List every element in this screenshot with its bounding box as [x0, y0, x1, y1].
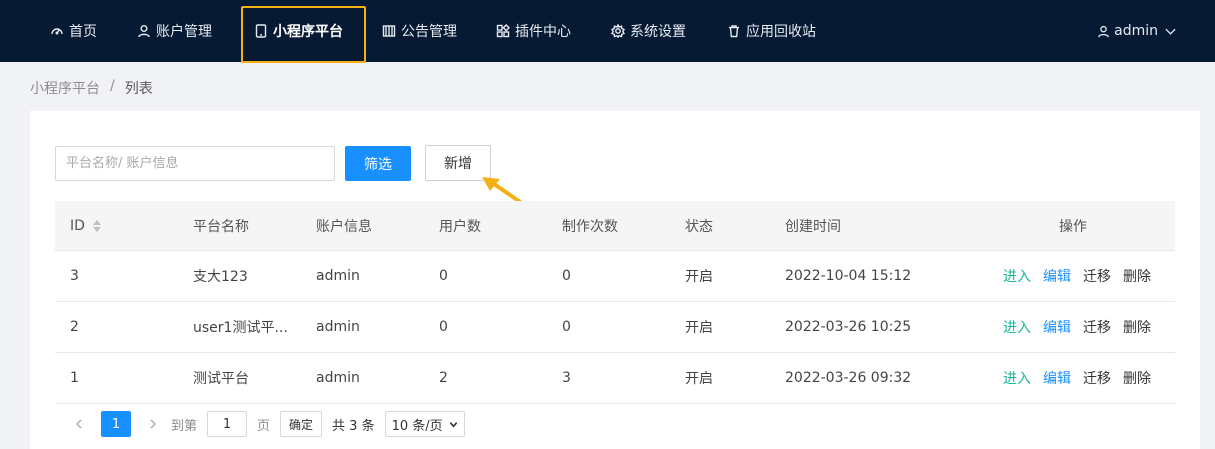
cell-builds: 3	[562, 370, 571, 386]
row-actions: 进入 编辑 迁移 删除	[1003, 251, 1151, 301]
nav-item-plugins[interactable]: 插件中心	[496, 0, 571, 62]
header-id-label: ID	[70, 217, 85, 234]
header-actions: 操作	[1059, 218, 1087, 235]
row-actions: 进入 编辑 迁移 删除	[1003, 353, 1151, 403]
edit-link[interactable]: 编辑	[1043, 368, 1071, 388]
header-name: 平台名称	[193, 218, 249, 235]
next-page-icon[interactable]	[143, 411, 163, 437]
nav-label-announcements: 公告管理	[401, 24, 457, 40]
cell-id: 2	[70, 319, 79, 335]
enter-link[interactable]: 进入	[1003, 266, 1031, 286]
pagination: 1 到第 页 确定 共 3 条 10 条/页	[69, 411, 465, 437]
cell-id: 3	[70, 268, 79, 284]
gear-icon	[611, 24, 625, 38]
header-builds: 制作次数	[562, 218, 618, 235]
cell-account: admin	[316, 319, 360, 335]
user-menu[interactable]: admin	[1097, 0, 1177, 62]
cell-status: 开启	[685, 269, 713, 285]
cell-status: 开启	[685, 371, 713, 387]
edit-link[interactable]: 编辑	[1043, 266, 1071, 286]
cell-name: 测试平台	[193, 371, 249, 387]
nav-item-home[interactable]: 首页	[50, 0, 97, 62]
cell-users: 0	[439, 268, 448, 284]
move-link[interactable]: 迁移	[1083, 368, 1111, 388]
nav-label-settings: 系统设置	[630, 24, 686, 40]
page-number-current[interactable]: 1	[101, 411, 131, 437]
dashboard-icon	[50, 24, 64, 38]
cell-status: 开启	[685, 320, 713, 336]
table-row: 2 user1测试平... admin 0 0 开启 2022-03-26 10…	[55, 302, 1175, 353]
cell-builds: 0	[562, 268, 571, 284]
cell-users: 0	[439, 319, 448, 335]
cell-name: user1测试平...	[193, 320, 288, 336]
header-status: 状态	[685, 218, 713, 235]
header-users: 用户数	[439, 218, 481, 235]
filter-button[interactable]: 筛选	[345, 146, 411, 181]
total-count: 共 3 条	[332, 418, 375, 434]
chevron-down-icon	[1164, 25, 1177, 38]
table-row: 1 测试平台 admin 2 3 开启 2022-03-26 09:32 进入 …	[55, 353, 1175, 404]
table-header: ID 平台名称 账户信息 用户数 制作次数 状态 创建时间 操作	[55, 201, 1175, 251]
nav-label-recycle-bin: 应用回收站	[746, 24, 816, 40]
nav-label-home: 首页	[69, 24, 97, 40]
cell-account: admin	[316, 268, 360, 284]
username: admin	[1114, 23, 1158, 39]
nav-item-announcements[interactable]: 公告管理	[382, 0, 457, 62]
cell-created: 2022-10-04 15:12	[785, 268, 912, 284]
breadcrumb: 小程序平台 / 列表	[30, 78, 153, 98]
goto-suffix: 页	[257, 418, 271, 434]
header-account: 账户信息	[316, 218, 372, 235]
move-link[interactable]: 迁移	[1083, 317, 1111, 337]
grid-icon	[382, 24, 396, 38]
goto-confirm-button[interactable]: 确定	[280, 411, 323, 437]
cell-account: admin	[316, 370, 360, 386]
cell-builds: 0	[562, 319, 571, 335]
cell-created: 2022-03-26 09:32	[785, 370, 912, 386]
content-card: 筛选 新增 ID 平台名称 账户信息 用户数 制作次数 状态 创建时间 操作 3…	[30, 111, 1200, 449]
trash-icon	[727, 24, 741, 38]
header-created: 创建时间	[785, 218, 841, 235]
page-size-value: 10 条/页	[391, 418, 443, 434]
nav-item-settings[interactable]: 系统设置	[611, 0, 686, 62]
move-link[interactable]: 迁移	[1083, 266, 1111, 286]
delete-link[interactable]: 删除	[1123, 266, 1151, 286]
breadcrumb-separator: /	[110, 78, 115, 94]
search-input[interactable]	[55, 146, 335, 181]
nav-label-plugins: 插件中心	[515, 24, 571, 40]
cell-id: 1	[70, 370, 79, 386]
nav-item-recycle-bin[interactable]: 应用回收站	[727, 0, 816, 62]
goto-prefix: 到第	[171, 418, 198, 434]
breadcrumb-parent[interactable]: 小程序平台	[30, 78, 100, 98]
row-actions: 进入 编辑 迁移 删除	[1003, 302, 1151, 352]
breadcrumb-current: 列表	[124, 81, 153, 97]
nav-item-accounts[interactable]: 账户管理	[137, 0, 212, 62]
top-nav: 首页 账户管理 小程序平台 公告管理 插件中心 系统设置 应用回收站 admin	[0, 0, 1215, 63]
platform-table: ID 平台名称 账户信息 用户数 制作次数 状态 创建时间 操作 3 支大123…	[55, 201, 1175, 404]
cell-users: 2	[439, 370, 448, 386]
cell-created: 2022-03-26 10:25	[785, 319, 912, 335]
goto-page-input[interactable]	[207, 411, 248, 437]
cell-name: 支大123	[193, 269, 248, 285]
nav-label-accounts: 账户管理	[156, 24, 212, 40]
enter-link[interactable]: 进入	[1003, 368, 1031, 388]
table-row: 3 支大123 admin 0 0 开启 2022-10-04 15:12 进入…	[55, 251, 1175, 302]
plugin-icon	[496, 24, 510, 38]
enter-link[interactable]: 进入	[1003, 317, 1031, 337]
page-size-select[interactable]: 10 条/页	[384, 411, 465, 437]
sort-icon[interactable]	[92, 219, 101, 232]
user-icon	[1097, 25, 1110, 38]
active-nav-highlight	[241, 6, 366, 63]
user-icon	[137, 24, 151, 38]
delete-link[interactable]: 删除	[1123, 317, 1151, 337]
header-id[interactable]: ID	[70, 201, 101, 250]
prev-page-icon[interactable]	[69, 411, 89, 437]
chevron-down-icon	[449, 421, 457, 428]
edit-link[interactable]: 编辑	[1043, 317, 1071, 337]
delete-link[interactable]: 删除	[1123, 368, 1151, 388]
